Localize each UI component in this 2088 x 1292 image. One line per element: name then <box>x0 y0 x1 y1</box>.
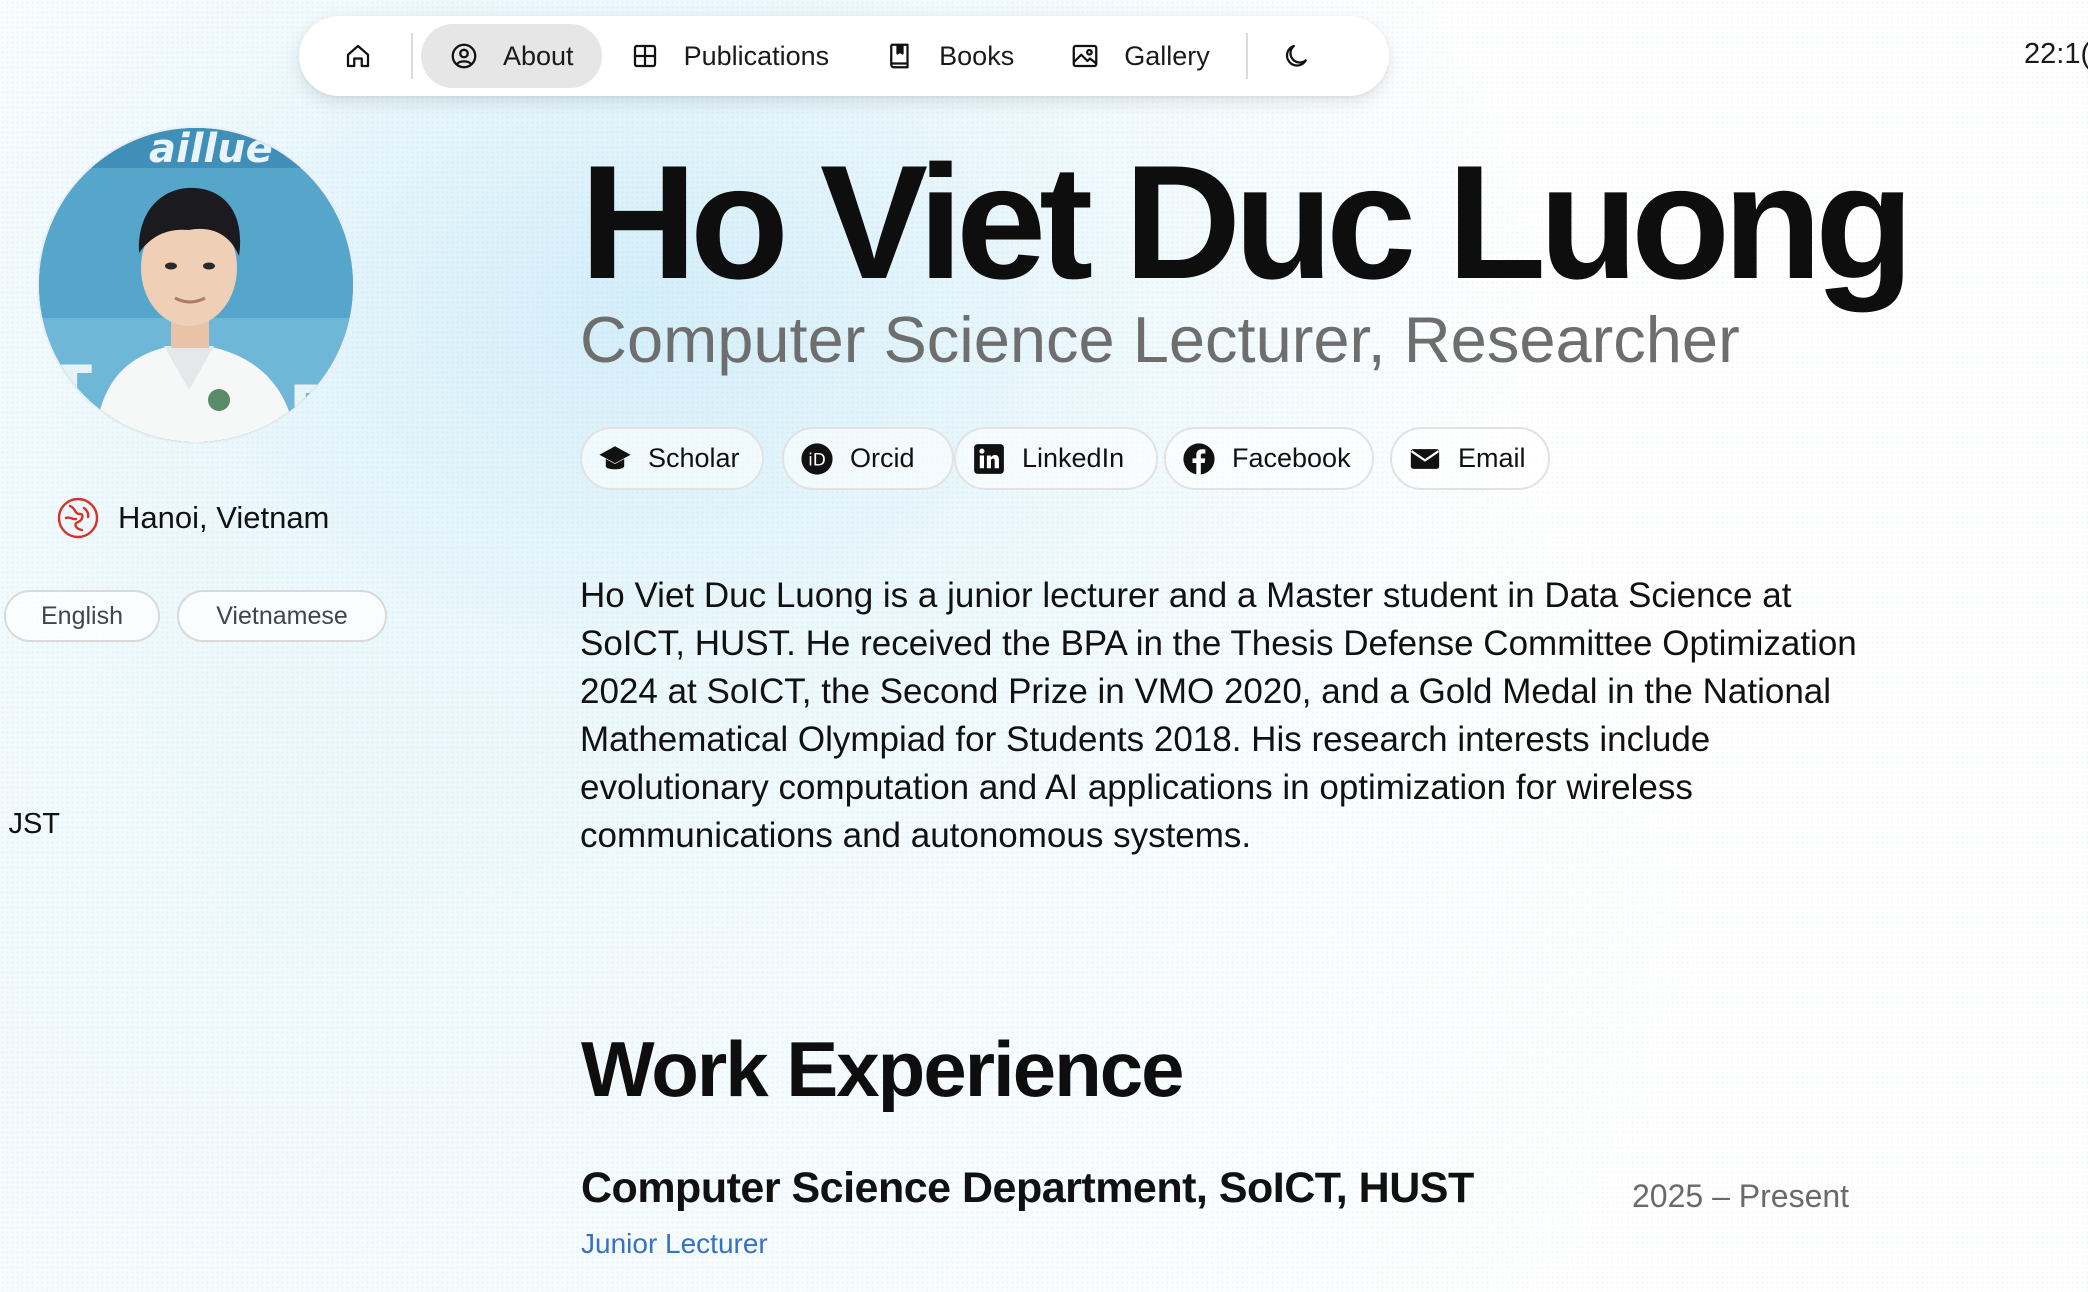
bio-paragraph: Ho Viet Duc Luong is a junior lecturer a… <box>580 576 1857 855</box>
scholar-link[interactable]: Scholar <box>580 427 764 490</box>
top-navigation: About Publications Books Gallery <box>299 16 1389 96</box>
email-label: Email <box>1458 443 1526 473</box>
linkedin-icon <box>972 442 1006 476</box>
orcid-icon: iD <box>800 442 834 476</box>
svg-text:aillue: aillue <box>149 128 273 172</box>
nav-publications[interactable]: Publications <box>602 24 858 88</box>
sidebar-text-fragment: JST <box>8 808 60 840</box>
image-icon <box>1070 41 1100 71</box>
moon-icon <box>1282 41 1312 71</box>
svg-text:T: T <box>51 353 92 423</box>
nav-books[interactable]: Books <box>857 24 1042 88</box>
svg-text:iD: iD <box>808 450 826 470</box>
nav-gallery[interactable]: Gallery <box>1042 24 1238 88</box>
facebook-label: Facebook <box>1232 443 1351 473</box>
graduation-cap-icon <box>598 442 632 476</box>
clock: 22:1( <box>2024 38 2088 70</box>
envelope-icon <box>1408 442 1442 476</box>
language-english[interactable]: English <box>4 590 160 642</box>
facebook-icon <box>1182 442 1216 476</box>
nav-about-label: About <box>503 40 574 71</box>
linkedin-link[interactable]: LinkedIn <box>954 427 1158 490</box>
avatar: aillue T E <box>37 126 355 444</box>
nav-publications-label: Publications <box>683 40 830 71</box>
nav-about[interactable]: About <box>421 24 602 88</box>
job-dates: 2025 – Present <box>1632 1178 1850 1214</box>
svg-text:E: E <box>289 373 330 443</box>
linkedin-label: LinkedIn <box>1022 443 1125 473</box>
grid-icon <box>630 41 660 71</box>
home-icon <box>343 41 373 71</box>
orcid-link[interactable]: iD Orcid <box>782 427 954 490</box>
location: Hanoi, Vietnam <box>56 496 329 540</box>
book-icon <box>885 41 915 71</box>
nav-divider <box>1245 33 1248 79</box>
home-button[interactable] <box>313 24 403 88</box>
page-subtitle: Computer Science Lecturer, Researcher <box>580 303 1740 376</box>
language-vietnamese[interactable]: Vietnamese <box>177 590 387 642</box>
nav-divider <box>411 33 413 79</box>
page-title: Ho Viet Duc Luong <box>580 132 1914 313</box>
location-map-icon <box>56 496 100 540</box>
location-label: Hanoi, Vietnam <box>118 500 330 535</box>
job-role: Junior Lecturer <box>581 1228 768 1259</box>
job-organization: Computer Science Department, SoICT, HUST <box>581 1164 1474 1212</box>
nav-gallery-label: Gallery <box>1124 40 1210 71</box>
nav-books-label: Books <box>939 40 1015 71</box>
user-circle-icon <box>449 41 479 71</box>
scholar-label: Scholar <box>648 443 740 473</box>
orcid-label: Orcid <box>850 443 915 473</box>
work-experience-heading: Work Experience <box>581 1025 1185 1113</box>
email-link[interactable]: Email <box>1390 427 1550 490</box>
facebook-link[interactable]: Facebook <box>1164 427 1374 490</box>
theme-toggle-button[interactable] <box>1256 24 1338 88</box>
